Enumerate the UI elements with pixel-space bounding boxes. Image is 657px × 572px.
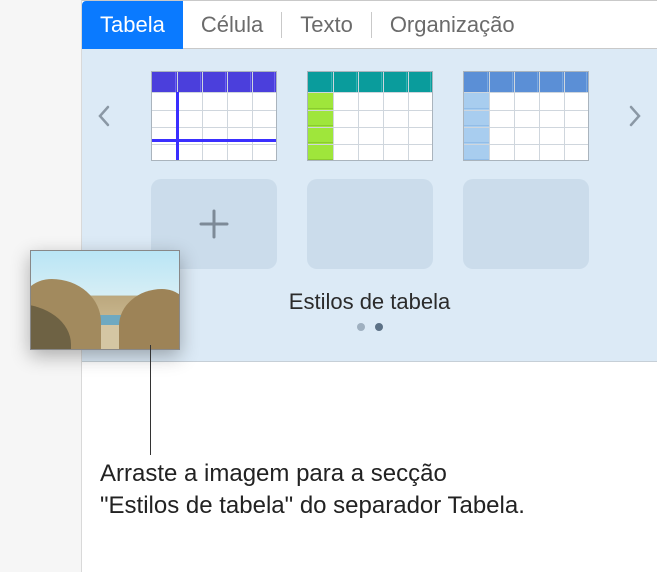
style-slot-empty — [307, 179, 433, 269]
plus-icon — [197, 207, 231, 241]
chevron-left-icon[interactable] — [82, 105, 126, 127]
inspector-tabs: Tabela Célula Texto Organização — [82, 1, 657, 49]
tab-tabela[interactable]: Tabela — [82, 1, 183, 49]
page-dot[interactable] — [357, 323, 365, 331]
page-dot-active[interactable] — [375, 323, 383, 331]
tab-organizacao[interactable]: Organização — [372, 1, 533, 49]
dragged-image-thumbnail[interactable] — [30, 250, 180, 350]
style-row — [82, 71, 657, 161]
callout-text: Arraste a imagem para a secção "Estilos … — [100, 458, 530, 523]
tab-texto[interactable]: Texto — [282, 1, 371, 49]
style-slot-empty — [463, 179, 589, 269]
table-style-thumb-2[interactable] — [307, 71, 433, 161]
chevron-right-icon[interactable] — [613, 105, 657, 127]
table-style-thumb-3[interactable] — [463, 71, 589, 161]
style-thumbnails — [126, 71, 613, 161]
table-style-thumb-1[interactable] — [151, 71, 277, 161]
tab-celula[interactable]: Célula — [183, 1, 281, 49]
callout-leader-line — [150, 345, 151, 455]
